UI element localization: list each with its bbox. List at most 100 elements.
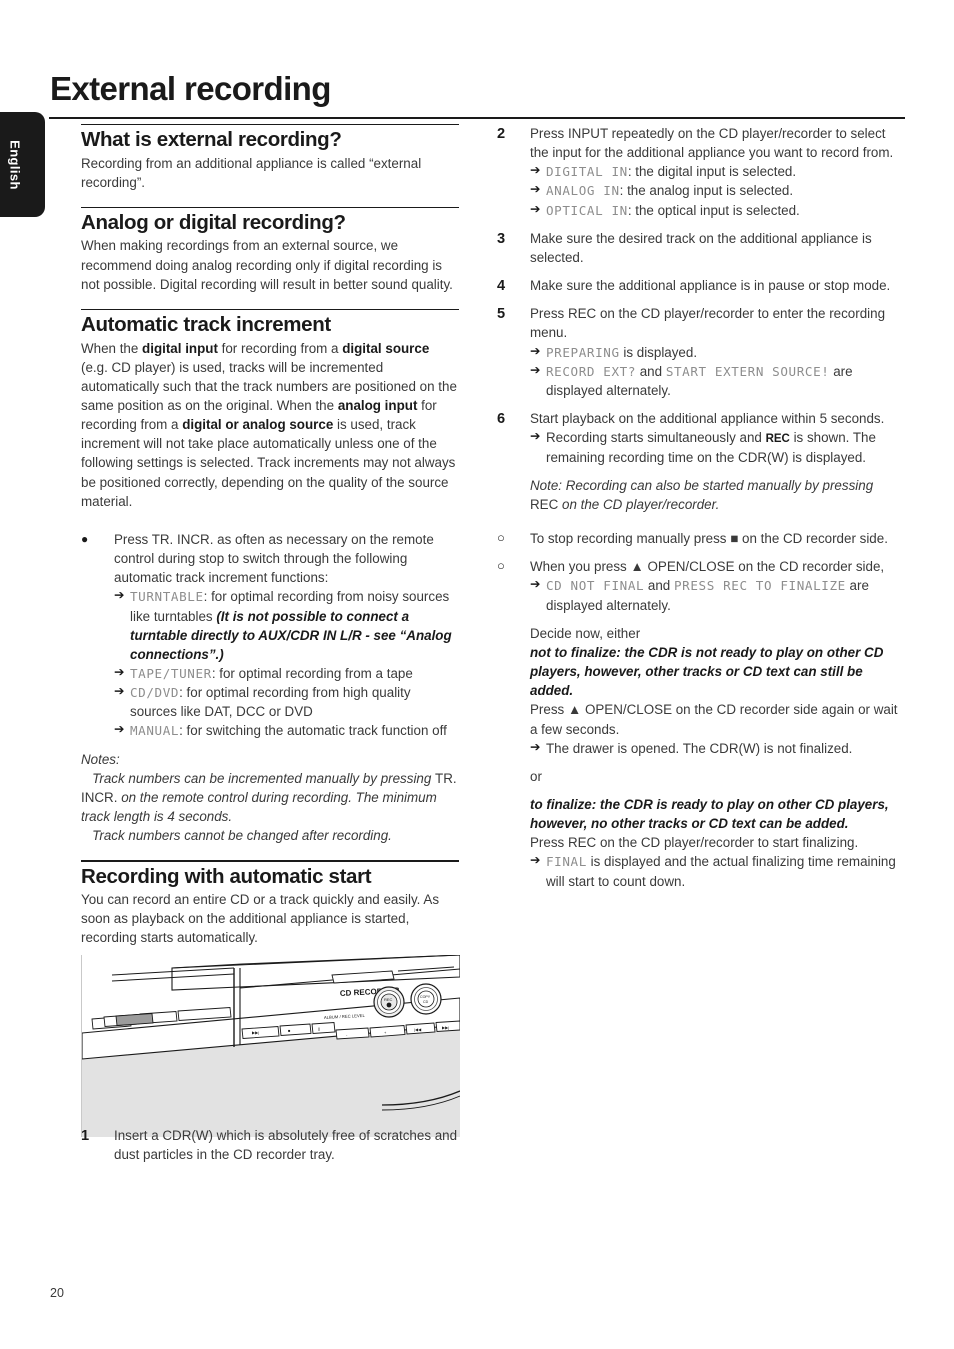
result-analog-in: ➔ ANALOG IN: the analog input is selecte… — [530, 181, 905, 200]
result-drawer-opened: ➔ The drawer is opened. The CDR(W) is no… — [530, 739, 905, 758]
list-item-step-6: 6 Start playback on the additional appli… — [497, 409, 905, 514]
decide-text: Decide now, either — [530, 625, 641, 641]
page-number: 20 — [50, 1286, 64, 1300]
arrow-icon: ➔ — [530, 362, 541, 377]
step-text: Insert a CDR(W) which is absolutely free… — [114, 1128, 458, 1163]
eject-icon: ▲ — [630, 559, 644, 575]
list-item-open-close: ○ When you press ▲ OPEN/CLOSE on the CD … — [497, 557, 905, 891]
result-prefix: Recording starts simultaneously and — [546, 430, 766, 446]
step-number: 2 — [497, 126, 506, 142]
cd-recorder-illustration: CD RECORDER ▶▶| ■ || - + |◀◀ ▶▶| ALBUM /… — [81, 955, 460, 1137]
result-description: : the optical input is selected. — [627, 202, 800, 218]
lcd-display-text: CD NOT FINAL — [546, 578, 645, 594]
lcd-display-text: FINAL — [546, 854, 587, 870]
note-item-2: Track numbers cannot be changed after re… — [81, 826, 459, 845]
svg-text:CD: CD — [423, 1000, 429, 1004]
result-conjunction: and — [636, 363, 666, 379]
not-finalize-instruction: Press ▲ OPEN/CLOSE on the CD recorder si… — [530, 700, 905, 738]
result-description: is displayed. — [619, 344, 698, 360]
arrow-icon: ➔ — [530, 429, 541, 444]
list-item-stop-recording: ○ To stop recording manually press ■ on … — [497, 529, 905, 548]
step-number: 5 — [497, 306, 506, 323]
eject-icon: ▲ — [567, 702, 582, 718]
result-description: The drawer is opened. The CDR(W) is not … — [546, 740, 853, 756]
bullet-text-prefix: To stop recording manually press — [530, 531, 731, 547]
list-item-step-1: 1 Insert a CDR(W) which is absolutely fr… — [81, 1126, 459, 1164]
section-body-automatic-track-increment: When the digital input for recording fro… — [81, 340, 457, 509]
result-description: is displayed and the actual finalizing t… — [546, 854, 896, 889]
arrow-icon: ➔ — [114, 588, 125, 603]
arrow-icon: ➔ — [114, 722, 125, 737]
svg-text:COPY: COPY — [420, 995, 431, 999]
result-preparing: ➔ PREPARING is displayed. — [530, 343, 905, 362]
lcd-display-text: START EXTERN SOURCE! — [665, 363, 830, 379]
step-6-note: Note: Recording can also be started manu… — [530, 477, 874, 512]
left-column-step-1: 1 Insert a CDR(W) which is absolutely fr… — [81, 1126, 459, 1164]
lcd-display-text: DIGITAL IN — [546, 164, 628, 180]
bullet-filled-icon: ● — [81, 531, 89, 546]
illustration-copy-cd-knob: COPY CD — [410, 983, 442, 1015]
result-description: : the analog input is selected. — [619, 183, 794, 199]
instruction-prefix: Press — [530, 702, 568, 718]
arrow-icon: ➔ — [530, 201, 541, 216]
option-tape-tuner: ➔ TAPE/TUNER: for optimal recording from… — [114, 664, 459, 683]
option-cd-dvd: ➔ CD/DVD: for optimal recording from hig… — [114, 683, 459, 721]
svg-text:REC: REC — [384, 997, 393, 1002]
arrow-icon: ➔ — [114, 665, 125, 680]
section-body-recording-with-automatic-start: You can record an entire CD or a track q… — [81, 892, 440, 946]
arrow-icon: ➔ — [530, 739, 541, 754]
note-item-2-text: Track numbers cannot be changed after re… — [92, 828, 392, 844]
illustration-button-glyph: ▶▶| — [252, 1030, 259, 1035]
rec-indicator-label: REC — [765, 433, 790, 446]
lcd-display-text: TAPE/TUNER — [130, 666, 212, 682]
section-divider — [81, 860, 459, 862]
section-heading-automatic-track-increment: Automatic track increment — [81, 313, 331, 337]
left-column: What is external recording? Recording fr… — [81, 124, 459, 947]
step-text: Press REC on the CD player/recorder to e… — [530, 306, 886, 341]
step-text: Start playback on the additional applian… — [530, 411, 885, 427]
list-item-step-4: 4 Make sure the additional appliance is … — [497, 276, 905, 295]
note-item-1: Track numbers can be incremented manuall… — [81, 770, 457, 825]
illustration-button-glyph: ▶▶| — [442, 1025, 449, 1030]
bullet-text-prefix: When you press — [530, 559, 631, 575]
result-record-ext: ➔ RECORD EXT? and START EXTERN SOURCE! a… — [530, 362, 905, 400]
bullet-text-suffix: OPEN/CLOSE on the CD recorder side, — [643, 559, 885, 575]
result-recording-starts: ➔ Recording starts simultaneously and RE… — [530, 428, 905, 467]
illustration-button-glyph: || — [318, 1026, 320, 1031]
section-body-analog-or-digital-recording: When making recordings from an external … — [81, 238, 453, 292]
step-text: Make sure the desired track on the addit… — [530, 230, 872, 265]
illustration-rec-knob: REC — [373, 986, 405, 1018]
result-conjunction: and — [644, 578, 674, 594]
arrow-icon: ➔ — [530, 577, 541, 592]
section-divider — [81, 308, 459, 311]
lcd-display-text: ANALOG IN — [546, 183, 620, 199]
option-turntable: ➔ TURNTABLE: for optimal recording from … — [114, 587, 459, 664]
finalize-warning: to finalize: the CDR is ready to play on… — [530, 796, 889, 832]
step-number: 4 — [497, 278, 506, 295]
option-description: : for optimal recording from a tape — [211, 666, 413, 682]
lcd-display-text: RECORD EXT? — [546, 363, 637, 379]
result-cd-not-final: ➔ CD NOT FINAL and PRESS REC TO FINALIZE… — [530, 576, 905, 614]
step-number: 6 — [497, 411, 506, 428]
arrow-icon: ➔ — [114, 684, 125, 699]
cd-recorder-front-panel-drawing: CD RECORDER ▶▶| ■ || - + |◀◀ ▶▶| ALBUM /… — [82, 955, 460, 1137]
result-description: : the digital input is selected. — [627, 164, 797, 180]
step-number: 3 — [497, 230, 506, 247]
result-final: ➔ FINAL is displayed and the actual fina… — [530, 852, 905, 890]
lcd-display-text: OPTICAL IN — [546, 202, 628, 218]
step-text: Make sure the additional appliance is in… — [530, 278, 891, 294]
arrow-icon: ➔ — [530, 853, 541, 868]
right-column: 2 Press INPUT repeatedly on the CD playe… — [497, 124, 905, 891]
list-item-track-increment-functions: ● Press TR. INCR. as often as necessary … — [81, 530, 459, 741]
lcd-display-text: PRESS REC TO FINALIZE — [673, 578, 846, 594]
notes-label: Notes: — [81, 751, 120, 767]
illustration-button-glyph: |◀◀ — [414, 1027, 422, 1032]
section-body-what-is-external-recording: Recording from an additional appliance i… — [81, 155, 422, 190]
instruction-suffix: OPEN/CLOSE on the CD recorder side again… — [530, 702, 898, 737]
list-item-step-3: 3 Make sure the desired track on the add… — [497, 229, 905, 267]
arrow-icon: ➔ — [530, 163, 541, 178]
option-manual: ➔ MANUAL: for switching the automatic tr… — [114, 721, 459, 740]
section-heading-what-is-external-recording: What is external recording? — [81, 128, 342, 152]
bullet-circle-icon: ○ — [497, 558, 505, 574]
lcd-display-text: CD/DVD — [130, 685, 180, 701]
